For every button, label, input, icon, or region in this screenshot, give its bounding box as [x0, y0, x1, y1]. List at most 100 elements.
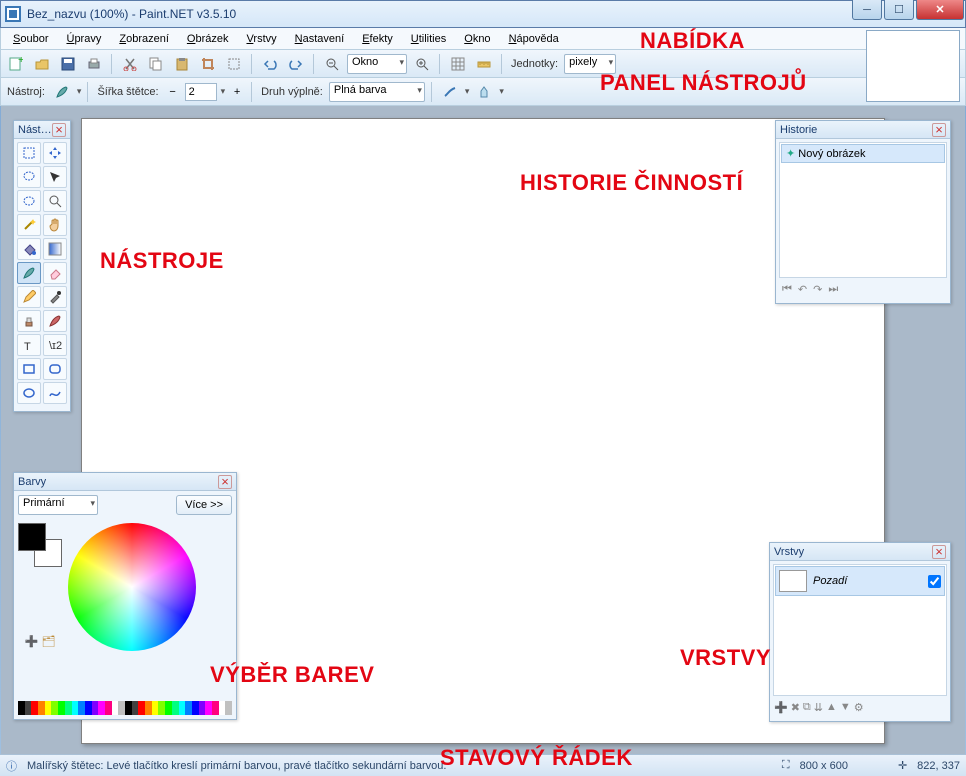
- current-tool-icon[interactable]: [51, 81, 73, 103]
- print-button[interactable]: [83, 53, 105, 75]
- zoom-combo[interactable]: Okno: [347, 54, 407, 74]
- width-minus-button[interactable]: −: [165, 81, 181, 103]
- history-forward-icon[interactable]: ↷: [813, 283, 822, 301]
- blend-button[interactable]: [473, 81, 495, 103]
- image-preview-thumbnail[interactable]: [866, 30, 960, 102]
- deselect-button[interactable]: [223, 53, 245, 75]
- close-button[interactable]: [916, 0, 964, 20]
- grid-button[interactable]: [447, 53, 469, 75]
- work-area: Nást… × T \ɪ2: [1, 106, 965, 754]
- tool-ellipse-select[interactable]: [17, 190, 41, 212]
- redo-button[interactable]: [285, 53, 307, 75]
- status-bar: ⓘ Malířský štětec: Levé tlačítko kreslí …: [0, 754, 966, 776]
- units-combo[interactable]: pixely: [564, 54, 616, 74]
- menu-nastaveni[interactable]: Nastavení: [287, 31, 353, 47]
- menu-bar: Soubor Úpravy Zobrazení Obrázek Vrstvy N…: [0, 28, 966, 50]
- menu-okno[interactable]: Okno: [456, 31, 498, 47]
- save-button[interactable]: [57, 53, 79, 75]
- tool-freeform[interactable]: [43, 382, 67, 404]
- tool-paint-bucket[interactable]: [17, 238, 41, 260]
- primary-color-swatch[interactable]: [18, 523, 46, 551]
- palette-add-icon[interactable]: ➕: [25, 635, 39, 648]
- history-panel: Historie × ✦ Nový obrázek ⏮ ↶ ↷ ⏭: [775, 120, 951, 304]
- menu-upravy[interactable]: Úpravy: [58, 31, 109, 47]
- colors-more-button[interactable]: Více >>: [176, 495, 232, 515]
- tools-panel-title-text: Nást…: [18, 124, 52, 136]
- tool-ellipse[interactable]: [17, 382, 41, 404]
- layer-properties-icon[interactable]: ⚙: [854, 701, 864, 719]
- menu-soubor[interactable]: Soubor: [5, 31, 56, 47]
- history-list[interactable]: ✦ Nový obrázek: [779, 142, 947, 278]
- open-button[interactable]: [31, 53, 53, 75]
- layer-duplicate-icon[interactable]: ⧉: [803, 701, 811, 719]
- tool-rectangle[interactable]: [17, 358, 41, 380]
- history-back-icon[interactable]: ↶: [798, 283, 807, 301]
- svg-text:+: +: [18, 57, 23, 66]
- menu-efekty[interactable]: Efekty: [354, 31, 401, 47]
- tool-zoom[interactable]: [43, 190, 67, 212]
- layer-item[interactable]: Pozadí: [775, 566, 945, 596]
- undo-button[interactable]: [259, 53, 281, 75]
- tool-move-pixels[interactable]: [43, 166, 67, 188]
- minimize-button[interactable]: [852, 0, 882, 20]
- history-last-icon[interactable]: ⏭: [828, 283, 838, 301]
- layer-add-icon[interactable]: ➕: [774, 701, 788, 719]
- brush-width-label: Šířka štětce:: [95, 86, 160, 98]
- ruler-button[interactable]: [473, 53, 495, 75]
- maximize-button[interactable]: [884, 0, 914, 20]
- history-first-icon[interactable]: ⏮: [782, 283, 792, 301]
- status-canvas-size: 800 x 600: [800, 760, 848, 772]
- tool-pan[interactable]: [43, 214, 67, 236]
- tool-lasso[interactable]: [17, 166, 41, 188]
- zoom-out-button[interactable]: [321, 53, 343, 75]
- layers-panel-title-text: Vrstvy: [774, 546, 804, 558]
- new-button[interactable]: +: [5, 53, 27, 75]
- layer-down-icon[interactable]: ▼: [840, 701, 851, 719]
- layer-merge-icon[interactable]: ⇊: [814, 701, 823, 719]
- zoom-in-button[interactable]: [411, 53, 433, 75]
- brush-width-input[interactable]: [185, 83, 217, 101]
- tool-move-selection[interactable]: [43, 142, 67, 164]
- menu-napoveda[interactable]: Nápověda: [501, 31, 567, 47]
- window-titlebar: Bez_nazvu (100%) - Paint.NET v3.5.10: [0, 0, 966, 28]
- tool-gradient[interactable]: [43, 238, 67, 260]
- tool-text[interactable]: T: [17, 334, 41, 356]
- color-palette-strip[interactable]: [18, 701, 232, 715]
- color-mode-combo[interactable]: Primární: [18, 495, 98, 515]
- copy-button[interactable]: [145, 53, 167, 75]
- colors-panel-close-icon[interactable]: ×: [218, 475, 232, 489]
- tools-panel-close-icon[interactable]: ×: [52, 123, 66, 137]
- color-swatches[interactable]: [18, 523, 62, 567]
- tool-paintbrush[interactable]: [17, 262, 41, 284]
- cut-button[interactable]: [119, 53, 141, 75]
- palette-menu-icon[interactable]: 🗂: [41, 635, 55, 648]
- tool-pencil[interactable]: [17, 286, 41, 308]
- layers-list[interactable]: Pozadí: [773, 564, 947, 696]
- layers-panel-close-icon[interactable]: ×: [932, 545, 946, 559]
- menu-utilities[interactable]: Utilities: [403, 31, 454, 47]
- width-plus-button[interactable]: +: [229, 81, 245, 103]
- tools-panel-title: Nást… ×: [14, 121, 70, 139]
- color-wheel[interactable]: [68, 523, 196, 651]
- tool-eraser[interactable]: [43, 262, 67, 284]
- tool-rect-select[interactable]: [17, 142, 41, 164]
- menu-obrazek[interactable]: Obrázek: [179, 31, 237, 47]
- history-panel-close-icon[interactable]: ×: [932, 123, 946, 137]
- tool-magic-wand[interactable]: [17, 214, 41, 236]
- tool-color-picker[interactable]: [43, 286, 67, 308]
- tool-clone-stamp[interactable]: [17, 310, 41, 332]
- layer-up-icon[interactable]: ▲: [826, 701, 837, 719]
- layer-visible-checkbox[interactable]: [928, 575, 941, 588]
- crop-button[interactable]: [197, 53, 219, 75]
- history-item[interactable]: ✦ Nový obrázek: [781, 144, 945, 163]
- menu-vrstvy[interactable]: Vrstvy: [238, 31, 284, 47]
- paste-button[interactable]: [171, 53, 193, 75]
- menu-zobrazeni[interactable]: Zobrazení: [111, 31, 177, 47]
- fill-type-combo[interactable]: Plná barva: [329, 82, 425, 102]
- layer-delete-icon[interactable]: ✖: [791, 701, 800, 719]
- antialias-button[interactable]: [439, 81, 461, 103]
- tool-rounded-rect[interactable]: [43, 358, 67, 380]
- tool-recolor[interactable]: [43, 310, 67, 332]
- tool-line[interactable]: \ɪ2: [43, 334, 67, 356]
- colors-panel-title: Barvy ×: [14, 473, 236, 491]
